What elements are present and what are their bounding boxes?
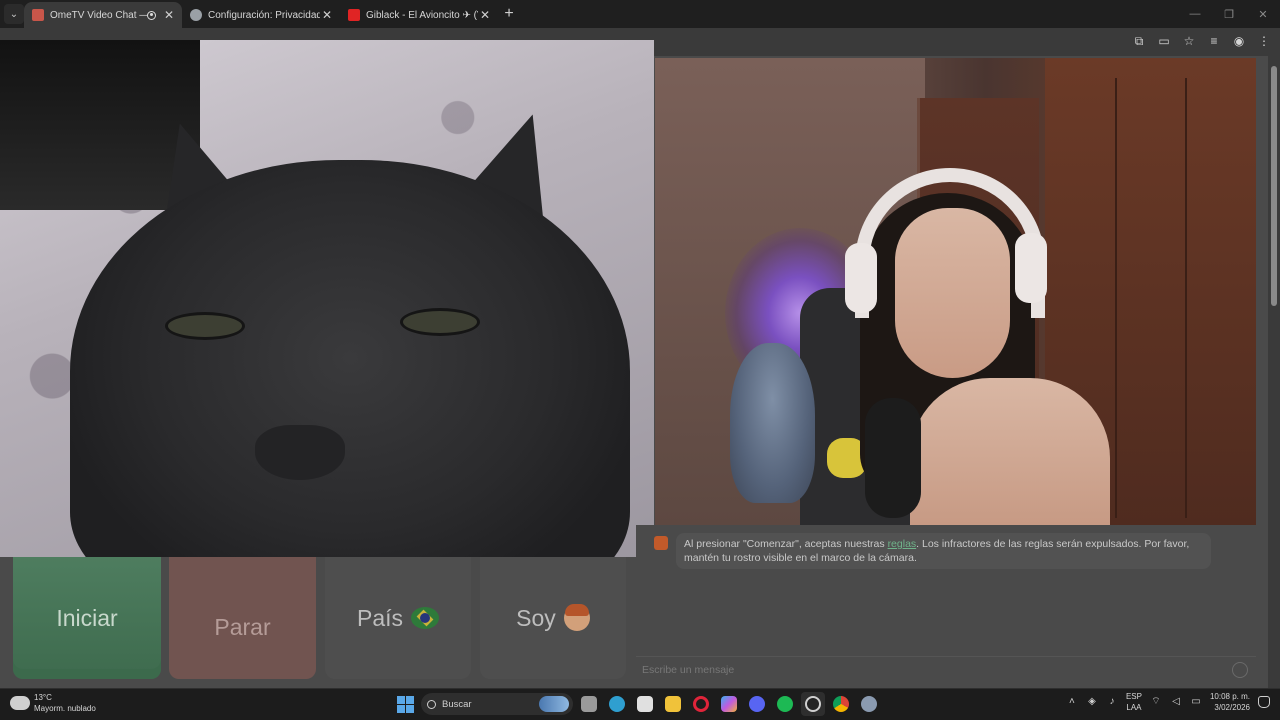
search-placeholder: Buscar xyxy=(442,698,472,710)
edge-icon[interactable] xyxy=(605,692,629,716)
close-icon[interactable]: ✕ xyxy=(320,8,334,22)
brazil-flag-icon xyxy=(411,607,440,629)
country-button[interactable]: País xyxy=(325,557,471,679)
window-controls: — ❐ ✕ xyxy=(1178,0,1280,28)
message-text: Al presionar "Comenzar", aceptas nuestra… xyxy=(684,538,888,550)
system-message: Al presionar "Comenzar", aceptas nuestra… xyxy=(676,533,1211,569)
ometv-favicon-icon xyxy=(32,9,44,21)
clock-time: 10:08 p. m. xyxy=(1209,692,1250,701)
chevron-up-icon[interactable]: ˄ xyxy=(1066,696,1078,708)
ometv-logo-icon xyxy=(654,536,668,550)
weather-desc: Mayorm. nublado xyxy=(34,704,96,713)
minimize-icon[interactable]: — xyxy=(1178,8,1212,20)
tab-title: OmeTV Video Chat — Ome xyxy=(50,9,147,21)
stop-label: Parar xyxy=(214,613,271,640)
file-explorer-icon[interactable] xyxy=(661,692,685,716)
close-icon[interactable]: ✕ xyxy=(162,8,176,22)
tab-title: Giblack - El Avioncito ✈ (Vide xyxy=(366,9,478,21)
tab-settings-privacy[interactable]: Configuración: Privacidad y seg ✕ xyxy=(182,2,340,28)
video-cat-nose xyxy=(255,425,345,480)
gender-button[interactable]: Soy xyxy=(480,557,626,679)
chat-panel: Al presionar "Comenzar", aceptas nuestra… xyxy=(636,525,1256,688)
browser-tab-strip: ⌄ OmeTV Video Chat — Ome ✕ Configuración… xyxy=(0,0,1280,28)
store-icon[interactable] xyxy=(633,692,657,716)
remote-video xyxy=(655,58,1256,525)
screen: ⌄ OmeTV Video Chat — Ome ✕ Configuración… xyxy=(0,0,1280,720)
weather-text: 13°C Mayorm. nublado xyxy=(34,692,96,714)
video-cat-eye xyxy=(165,312,245,340)
windows-taskbar: 13°C Mayorm. nublado Buscar ˄ ◈ ♪ ESP LA… xyxy=(0,688,1280,720)
copilot-icon[interactable] xyxy=(717,692,741,716)
reading-list-icon[interactable]: ≡ xyxy=(1206,33,1222,49)
youtube-icon xyxy=(348,9,360,21)
start-button[interactable]: Iniciar xyxy=(13,557,161,679)
discord-icon[interactable] xyxy=(745,692,769,716)
country-label: País xyxy=(356,604,404,631)
video-microphone xyxy=(865,398,921,518)
video-cat-eye xyxy=(400,308,480,336)
taskbar-center: Buscar xyxy=(393,692,881,716)
local-video xyxy=(0,40,654,557)
page-scrollbar[interactable] xyxy=(1268,56,1280,688)
video-headphone-cup xyxy=(1015,233,1047,303)
video-cat-face xyxy=(70,160,630,557)
task-view-icon[interactable] xyxy=(577,692,601,716)
bookmark-star-icon[interactable]: ☆ xyxy=(1181,33,1197,49)
opera-icon[interactable] xyxy=(689,692,713,716)
video-headphone-cup xyxy=(845,243,877,313)
translate-icon[interactable]: ⧉ xyxy=(1131,33,1147,49)
network-app-icon[interactable]: ◈ xyxy=(1086,696,1098,708)
scrollbar-thumb[interactable] xyxy=(1271,66,1277,306)
cast-icon[interactable]: ▭ xyxy=(1156,33,1172,49)
weather-widget[interactable]: 13°C Mayorm. nublado xyxy=(10,691,96,714)
cloudy-weather-icon xyxy=(10,691,30,710)
start-menu-icon[interactable] xyxy=(393,692,417,716)
tab-ometv[interactable]: OmeTV Video Chat — Ome ✕ xyxy=(24,2,182,28)
chrome-icon[interactable] xyxy=(829,692,853,716)
video-person-body xyxy=(910,378,1110,525)
rules-link[interactable]: reglas xyxy=(888,538,917,550)
gear-icon xyxy=(190,9,202,21)
close-icon[interactable]: ✕ xyxy=(478,8,492,22)
toolbar-actions: ⧉ ▭ ☆ ≡ ◉ ⋮ xyxy=(1131,33,1272,49)
taskbar-search[interactable]: Buscar xyxy=(421,693,573,715)
video-plush-toy xyxy=(730,343,815,503)
boy-emoji-icon xyxy=(563,604,590,631)
chevron-down-icon: ⌄ xyxy=(9,8,19,20)
tab-title: Configuración: Privacidad y seg xyxy=(208,9,320,21)
restore-icon[interactable]: ❐ xyxy=(1212,8,1246,21)
tab-search-button[interactable]: ⌄ xyxy=(4,4,24,24)
start-label: Iniciar xyxy=(56,604,118,631)
volume-icon[interactable]: ◁ xyxy=(1170,696,1182,708)
notification-bell-icon[interactable] xyxy=(1258,696,1270,708)
wifi-icon[interactable]: ⌔ xyxy=(1150,696,1162,708)
language-indicator[interactable]: ESP LAA xyxy=(1126,691,1142,713)
new-tab-button[interactable]: + xyxy=(498,5,520,23)
recording-indicator-icon xyxy=(147,10,156,20)
stop-button[interactable]: Parar xyxy=(169,557,316,679)
weather-temp: 13°C xyxy=(34,693,52,702)
lang-line2: LAA xyxy=(1126,703,1142,712)
settings-icon[interactable] xyxy=(857,692,881,716)
search-icon xyxy=(427,699,436,709)
lang-line1: ESP xyxy=(1125,692,1142,701)
gender-label: Soy xyxy=(516,604,556,631)
close-window-icon[interactable]: ✕ xyxy=(1246,8,1280,21)
system-tray: ˄ ◈ ♪ ESP LAA ⌔ ◁ ▭ 10:08 p. m. 3/02/202… xyxy=(1066,691,1270,713)
obs-icon[interactable] xyxy=(801,692,825,716)
clock[interactable]: 10:08 p. m. 3/02/2026 xyxy=(1210,691,1250,713)
chat-message-input[interactable] xyxy=(642,662,1222,678)
microphone-icon[interactable]: ♪ xyxy=(1106,696,1118,708)
clock-date: 3/02/2026 xyxy=(1214,703,1250,712)
battery-icon[interactable]: ▭ xyxy=(1190,696,1202,708)
chat-input-row xyxy=(636,656,1256,682)
more-menu-icon[interactable]: ⋮ xyxy=(1256,33,1272,49)
emoji-icon[interactable] xyxy=(1232,662,1248,678)
search-highlight-icon xyxy=(539,696,569,712)
spotify-icon[interactable] xyxy=(773,692,797,716)
profile-icon[interactable]: ◉ xyxy=(1231,33,1247,49)
tab-youtube[interactable]: Giblack - El Avioncito ✈ (Vide ✕ xyxy=(340,2,498,28)
